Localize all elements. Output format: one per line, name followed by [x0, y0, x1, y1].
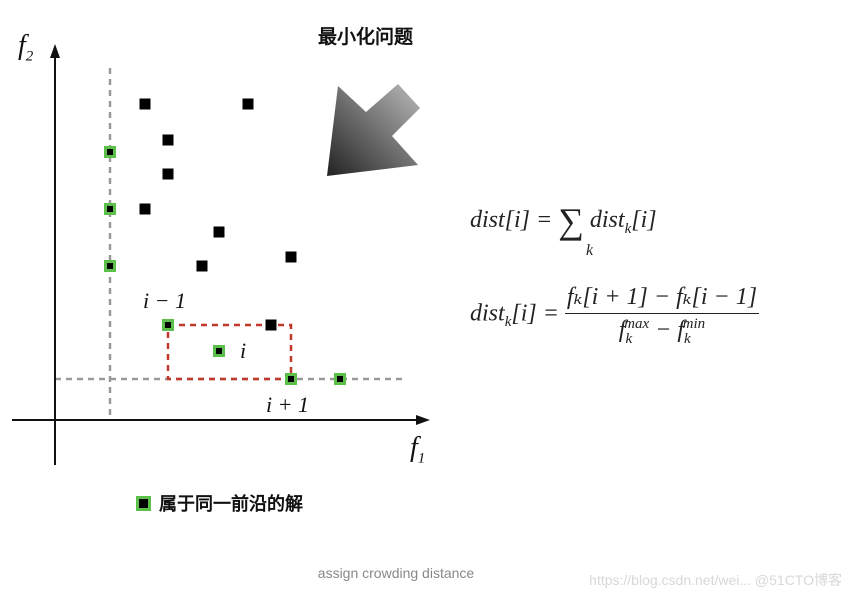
front-solution-point — [334, 373, 346, 385]
watermark: https://blog.csdn.net/wei... @51CTO博客 — [589, 572, 842, 588]
front-solution-point — [104, 203, 116, 215]
y-axis-label: f2 — [18, 30, 34, 65]
solution-point — [139, 203, 151, 215]
front-solution-point — [162, 319, 174, 331]
solution-point — [285, 251, 297, 263]
sum-index: k — [586, 242, 594, 259]
front-solution-point — [104, 146, 116, 158]
crowding-box — [166, 323, 293, 381]
solution-point — [242, 98, 254, 110]
label-current: i — [240, 338, 247, 363]
chart-title: 最小化问题 — [318, 26, 414, 48]
solution-point — [162, 134, 174, 146]
legend-marker-icon — [136, 495, 151, 511]
formula-objective-distance: distk[i] = fₖ[i + 1] − fₖ[i − 1] fkmax −… — [470, 282, 760, 347]
solution-point — [265, 319, 277, 331]
solution-point — [162, 168, 174, 180]
label-prev: i − 1 — [143, 288, 186, 313]
solution-point — [213, 226, 225, 238]
y-axis-arrow-icon — [50, 44, 60, 58]
formula-total-distance: dist[i] = ∑ k distk[i] — [470, 201, 657, 259]
legend: 属于同一前沿的解 — [136, 490, 303, 516]
denominator: fkmax − fkmin — [618, 316, 706, 347]
label-next: i + 1 — [266, 392, 309, 417]
x-axis-label: f1 — [410, 432, 426, 467]
front-solution-point — [285, 373, 297, 385]
front-solution-point — [213, 345, 225, 357]
solution-point — [196, 260, 208, 272]
numerator: fₖ[i + 1] − fₖ[i − 1] — [564, 282, 760, 314]
solution-point — [139, 98, 151, 110]
legend-label: 属于同一前沿的解 — [159, 494, 303, 515]
front-solution-point — [104, 260, 116, 272]
direction-arrow-icon — [327, 84, 420, 176]
sum-symbol: ∑ — [558, 201, 584, 241]
x-axis-arrow-icon — [416, 415, 430, 425]
